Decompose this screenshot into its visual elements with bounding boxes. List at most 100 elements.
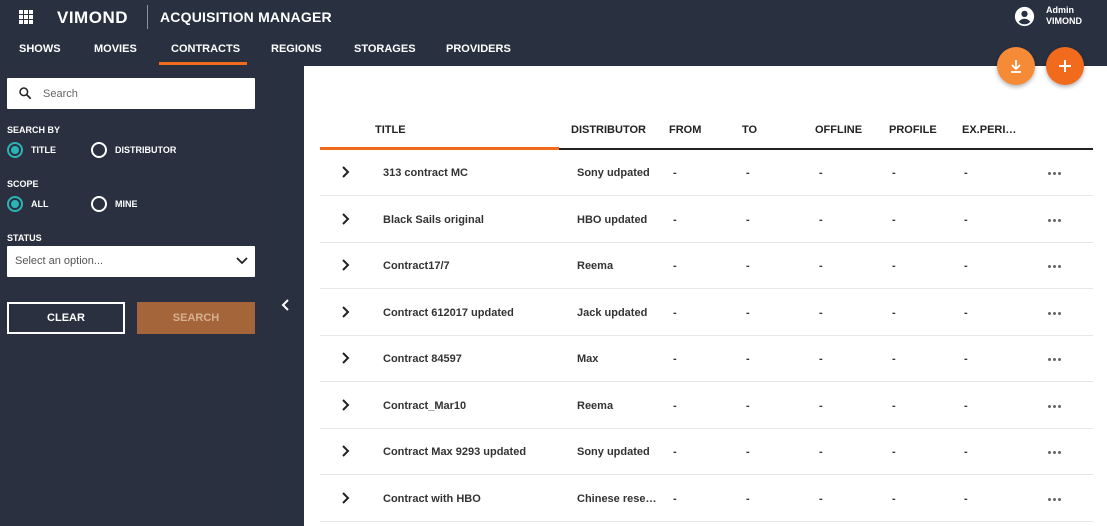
column-header-distributor[interactable]: DISTRIBUTOR — [571, 124, 646, 136]
column-header-ex-period[interactable]: EX.PERI… — [962, 124, 1016, 136]
cell-profile: - — [892, 446, 896, 458]
search-by-label: SEARCH BY — [7, 125, 61, 135]
radio-unchecked-icon — [91, 196, 107, 212]
table-row[interactable]: Contract 612017 updated Jack updated - - - - - — [320, 290, 1093, 336]
clear-button[interactable]: CLEAR — [7, 302, 125, 334]
chevron-right-icon[interactable] — [341, 398, 350, 411]
cell-title: Contract_Mar10 — [383, 399, 467, 412]
more-horizontal-icon[interactable] — [1048, 265, 1061, 268]
radio-unchecked-icon — [91, 142, 107, 158]
more-horizontal-icon[interactable] — [1048, 358, 1061, 361]
nav-providers[interactable]: PROVIDERS — [446, 38, 511, 66]
filter-sidebar: SEARCH BY TITLE DISTRIBUTOR SCOPE ALL MI… — [0, 66, 267, 526]
radio-checked-icon — [7, 142, 23, 158]
cell-to: - — [746, 492, 750, 505]
cell-from: - — [673, 353, 677, 365]
cell-distributor: Sony udpated — [577, 167, 650, 179]
active-tab-indicator — [159, 62, 247, 65]
add-contract-button[interactable] — [1046, 47, 1084, 85]
status-select-value: Select an option... — [15, 255, 104, 267]
cell-from: - — [673, 213, 677, 226]
user-org: VIMOND — [1046, 16, 1082, 26]
cell-ex-period: - — [964, 306, 968, 319]
more-horizontal-icon[interactable] — [1048, 218, 1061, 222]
radio-checked-icon — [7, 196, 23, 212]
column-header-from[interactable]: FROM — [669, 124, 701, 136]
column-header-offline[interactable]: OFFLINE — [815, 124, 862, 136]
radio-label: DISTRIBUTOR — [115, 145, 177, 155]
chevron-left-icon[interactable] — [281, 299, 290, 311]
cell-offline: - — [819, 306, 823, 319]
radio-scope-mine[interactable]: MINE — [91, 196, 138, 212]
table-row[interactable]: 313 contract MC Sony udpated - - - - - — [320, 150, 1093, 196]
apps-grid-icon[interactable] — [19, 10, 33, 24]
radio-search-by-distributor[interactable]: DISTRIBUTOR — [91, 142, 176, 158]
nav-shows[interactable]: SHOWS — [19, 38, 61, 66]
cell-offline: - — [819, 213, 823, 226]
cell-title: Black Sails original — [383, 213, 484, 226]
more-horizontal-icon[interactable] — [1048, 404, 1061, 408]
table-row[interactable]: Contract17/7 Reema - - - - - — [320, 243, 1093, 289]
cell-profile: - — [892, 492, 896, 505]
cell-profile: - — [892, 306, 896, 319]
nav-storages[interactable]: STORAGES — [354, 38, 416, 66]
radio-scope-all[interactable]: ALL — [7, 196, 49, 212]
cell-to: - — [746, 446, 750, 458]
cell-profile: - — [892, 353, 896, 365]
more-horizontal-icon[interactable] — [1048, 172, 1061, 175]
table-row[interactable]: Black Sails original HBO updated - - - - - — [320, 197, 1093, 243]
status-select[interactable]: Select an option... — [7, 246, 255, 277]
cell-to: - — [746, 260, 750, 272]
cell-from: - — [673, 167, 677, 179]
download-button[interactable] — [997, 47, 1035, 85]
chevron-right-icon[interactable] — [341, 352, 350, 364]
column-header-to[interactable]: TO — [742, 124, 757, 136]
cell-ex-period: - — [964, 492, 968, 505]
cell-to: - — [746, 213, 750, 226]
cell-ex-period: - — [964, 446, 968, 458]
chevron-right-icon[interactable] — [341, 259, 350, 271]
search-button[interactable]: SEARCH — [137, 302, 255, 334]
search-icon — [19, 87, 32, 100]
user-info[interactable]: Admin VIMOND — [1046, 5, 1082, 27]
cell-offline: - — [819, 399, 823, 412]
cell-to: - — [746, 306, 750, 319]
table-row[interactable]: Contract with HBO Chinese rese… - - - - - — [320, 476, 1093, 522]
cell-from: - — [673, 446, 677, 458]
status-label: STATUS — [7, 233, 42, 243]
cell-distributor: Jack updated — [577, 306, 648, 319]
chevron-right-icon[interactable] — [341, 491, 350, 504]
cell-to: - — [746, 167, 750, 179]
chevron-right-icon[interactable] — [341, 166, 350, 178]
cell-offline: - — [819, 260, 823, 272]
chevron-down-icon — [236, 257, 248, 265]
download-icon — [1011, 60, 1021, 73]
more-horizontal-icon[interactable] — [1048, 311, 1061, 315]
table-row[interactable]: Contract Max 9293 updated Sony updated - - -… — [320, 429, 1093, 475]
cell-from: - — [673, 306, 677, 319]
more-horizontal-icon[interactable] — [1048, 497, 1061, 501]
chevron-right-icon[interactable] — [341, 445, 350, 457]
cell-title: Contract with HBO — [383, 492, 481, 505]
sidebar-collapse-strip[interactable] — [267, 66, 304, 526]
cell-profile: - — [892, 167, 896, 179]
cell-distributor: HBO updated — [577, 213, 648, 226]
nav-movies[interactable]: MOVIES — [94, 38, 137, 66]
cell-from: - — [673, 492, 677, 505]
column-header-title[interactable]: TITLE — [375, 124, 406, 136]
cell-title: Contract17/7 — [383, 260, 450, 272]
account-circle-icon[interactable] — [1014, 6, 1035, 27]
search-input[interactable] — [43, 78, 248, 109]
nav-regions[interactable]: REGIONS — [271, 38, 322, 66]
table-row[interactable]: Contract_Mar10 Reema - - - - - — [320, 383, 1093, 429]
cell-title: Contract 84597 — [383, 353, 462, 365]
radio-search-by-title[interactable]: TITLE — [7, 142, 56, 158]
search-box[interactable] — [7, 78, 255, 109]
chevron-right-icon[interactable] — [341, 305, 350, 318]
table-row[interactable]: Contract 84597 Max - - - - - — [320, 336, 1093, 382]
radio-label: MINE — [115, 199, 138, 209]
chevron-right-icon[interactable] — [341, 212, 350, 225]
cell-ex-period: - — [964, 167, 968, 179]
column-header-profile[interactable]: PROFILE — [889, 124, 937, 136]
more-horizontal-icon[interactable] — [1048, 451, 1061, 454]
